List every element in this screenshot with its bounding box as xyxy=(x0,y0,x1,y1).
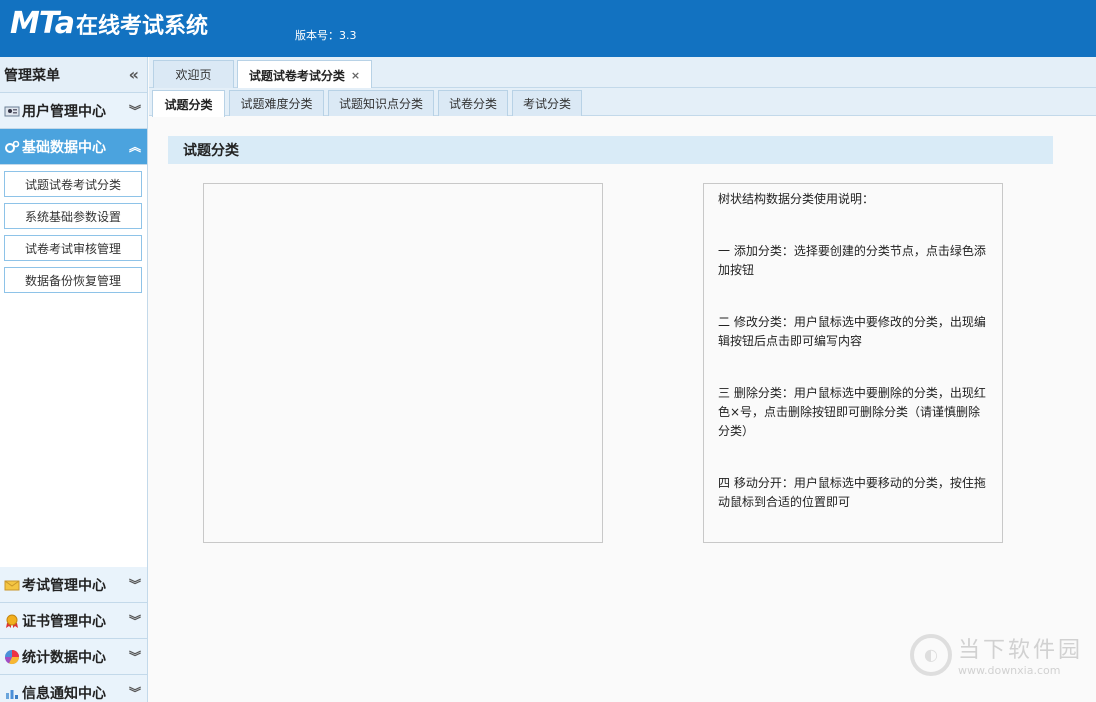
sidebar-group-label: 证书管理中心 xyxy=(22,613,106,630)
sidebar-group-statistics[interactable]: 统计数据中心 ︾ xyxy=(0,639,147,675)
sidebar-group-notification[interactable]: 信息通知中心 ︾ xyxy=(0,675,147,702)
collapse-double-left-icon[interactable]: « xyxy=(129,65,139,84)
envelope-icon xyxy=(3,577,21,593)
tab-label: 欢迎页 xyxy=(175,68,212,82)
sidebar-group-exam[interactable]: 考试管理中心 ︾ xyxy=(0,567,147,603)
category-tree-panel[interactable] xyxy=(203,183,603,543)
sidebar-header: 管理菜单 « xyxy=(0,57,147,93)
chevron-double-down-icon: ︾ xyxy=(128,650,141,664)
sidebar-group-label: 统计数据中心 xyxy=(22,649,106,666)
user-icon xyxy=(3,103,21,119)
watermark: ◐ 当下软件园 www.downxia.com xyxy=(910,632,1083,677)
tab-bar: 欢迎页 试题试卷考试分类 × xyxy=(149,57,1096,89)
sidebar-item-category[interactable]: 试题试卷考试分类 xyxy=(4,171,142,197)
subtab-knowledge-category[interactable]: 试题知识点分类 xyxy=(328,90,434,116)
subtab-exam-category[interactable]: 考试分类 xyxy=(512,90,582,116)
help-panel: 树状结构数据分类使用说明： 一 添加分类：选择要创建的分类节点，点击绿色添加按钮… xyxy=(703,183,1003,543)
watermark-url: www.downxia.com xyxy=(958,664,1061,677)
help-move: 四 移动分开：用户鼠标选中要移动的分类，按住拖动鼠标到合适的位置即可 xyxy=(718,476,986,509)
chevron-double-down-icon: ︾ xyxy=(128,578,141,592)
help-heading: 树状结构数据分类使用说明： xyxy=(718,192,875,206)
sidebar: 管理菜单 « 用户管理中心 ︾ 基础数据中心 ︽ 试题试卷考试分类 系统基础参数… xyxy=(0,57,148,702)
sidebar-sub-list: 试题试卷考试分类 系统基础参数设置 试卷考试审核管理 数据备份恢复管理 xyxy=(0,165,147,293)
sidebar-group-certificate[interactable]: 证书管理中心 ︾ xyxy=(0,603,147,639)
chevron-double-up-icon: ︽ xyxy=(128,140,141,154)
panel-title-text: 试题分类 xyxy=(183,143,239,159)
tab-welcome[interactable]: 欢迎页 xyxy=(153,60,234,88)
pie-chart-icon xyxy=(3,649,21,665)
close-icon[interactable]: × xyxy=(351,69,360,82)
sidebar-group-user-management[interactable]: 用户管理中心 ︾ xyxy=(0,93,147,129)
sidebar-group-label: 基础数据中心 xyxy=(22,139,106,156)
help-delete: 三 删除分类：用户鼠标选中要删除的分类，出现红色×号，点击删除按钮即可删除分类（… xyxy=(718,386,986,438)
watermark-text: 当下软件园 xyxy=(958,638,1084,663)
version-label: 版本号：3.3 xyxy=(295,29,357,42)
chevron-double-down-icon: ︾ xyxy=(128,614,141,628)
watermark-logo-icon: ◐ xyxy=(910,633,952,676)
brand-mark: MTa xyxy=(10,6,75,41)
subtab-question-category[interactable]: 试题分类 xyxy=(152,90,225,117)
tab-label: 试题试卷考试分类 xyxy=(248,68,345,83)
subtab-difficulty-category[interactable]: 试题难度分类 xyxy=(229,90,324,116)
sidebar-item-review[interactable]: 试卷考试审核管理 xyxy=(4,235,142,261)
subtab-bar: 试题分类 试题难度分类 试题知识点分类 试卷分类 考试分类 xyxy=(149,88,1096,117)
medal-icon xyxy=(3,613,21,629)
bar-chart-icon xyxy=(3,685,21,701)
chevron-double-down-icon: ︾ xyxy=(128,686,141,700)
sidebar-group-label: 信息通知中心 xyxy=(22,685,106,702)
sidebar-item-params[interactable]: 系统基础参数设置 xyxy=(4,203,142,229)
gears-icon xyxy=(3,139,21,155)
sidebar-bottom-groups: 考试管理中心 ︾ 证书管理中心 ︾ 统计数据中心 ︾ 信息通知中心 ︾ xyxy=(0,567,147,702)
sidebar-group-label: 用户管理中心 xyxy=(22,103,106,120)
help-add: 一 添加分类：选择要创建的分类节点，点击绿色添加按钮 xyxy=(718,244,986,277)
panel-title: 试题分类 xyxy=(168,136,1053,164)
sidebar-group-basic-data[interactable]: 基础数据中心 ︽ xyxy=(0,129,147,165)
subtab-paper-category[interactable]: 试卷分类 xyxy=(438,90,508,116)
sidebar-item-backup[interactable]: 数据备份恢复管理 xyxy=(4,267,142,293)
app-header: MTa 在线考试系统 版本号：3.3 xyxy=(0,0,1096,57)
sidebar-group-label: 考试管理中心 xyxy=(22,577,106,594)
chevron-double-down-icon: ︾ xyxy=(128,104,141,118)
help-edit: 二 修改分类：用户鼠标选中要修改的分类，出现编辑按钮后点击即可编写内容 xyxy=(718,315,986,348)
app-title: 在线考试系统 xyxy=(76,14,209,39)
sidebar-title: 管理菜单 xyxy=(4,67,60,84)
app-logo: MTa 在线考试系统 xyxy=(10,6,208,41)
tab-category[interactable]: 试题试卷考试分类 × xyxy=(237,60,372,89)
